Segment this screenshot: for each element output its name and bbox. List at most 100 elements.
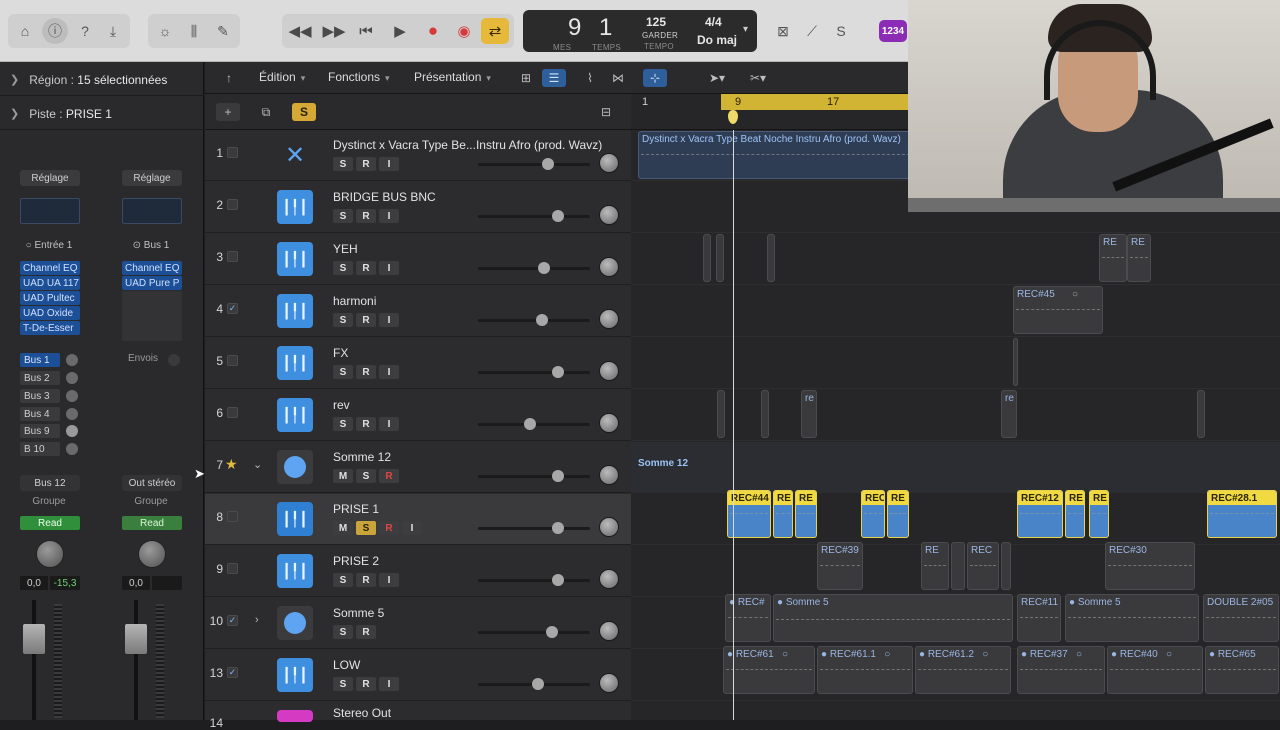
group-slot[interactable]: Groupe <box>102 496 200 507</box>
track-row[interactable]: 5 ┃╿┃ FX SRI <box>205 338 631 389</box>
input-monitor-button[interactable]: I <box>379 365 399 379</box>
automation-mode-button[interactable]: Read <box>20 516 80 530</box>
count-in-badge[interactable]: 1234 <box>879 20 907 42</box>
fast-forward-icon[interactable]: ▶▶ <box>320 18 348 44</box>
lcd-display[interactable]: 9 1 MES TEMPS 125 GARDER TEMPO 4/4 Do ma… <box>523 10 757 52</box>
catch-icon[interactable]: ⊹ <box>643 69 667 87</box>
audio-region-selected[interactable]: REC#28.1 <box>1207 490 1277 538</box>
scissors-tool-icon[interactable]: ✂▾ <box>746 69 770 87</box>
track-name[interactable]: Somme 12 <box>333 450 623 464</box>
playhead-marker[interactable] <box>728 110 738 124</box>
record-enable-button[interactable]: R <box>356 157 376 171</box>
audio-region-selected[interactable]: REC <box>861 490 885 538</box>
download-icon[interactable]: ⤓ <box>100 18 126 44</box>
audio-region[interactable] <box>951 542 965 590</box>
volume-slider[interactable] <box>478 314 590 326</box>
track-row[interactable]: 3 ┃╿┃ YEH SRI <box>205 234 631 285</box>
track-checkbox[interactable] <box>227 199 238 210</box>
send-slot[interactable]: B 10 <box>20 442 60 456</box>
volume-slider[interactable] <box>478 158 590 170</box>
send-slot[interactable]: Bus 2 <box>20 371 60 385</box>
volume-slider[interactable] <box>478 522 590 534</box>
audio-region[interactable] <box>703 234 711 282</box>
track-row[interactable]: 1 ✕ Dystinct x Vacra Type Be...Instru Af… <box>205 130 631 181</box>
pan-knob[interactable] <box>599 361 619 381</box>
solo-button[interactable]: S <box>333 625 353 639</box>
input-monitor-button[interactable]: I <box>379 313 399 327</box>
track-row[interactable]: 9 ┃╿┃ PRISE 2 SRI <box>205 546 631 597</box>
pan-knob[interactable] <box>599 257 619 277</box>
volume-slider-handle[interactable] <box>552 470 564 482</box>
help-icon[interactable]: ? <box>72 18 98 44</box>
mute-button[interactable]: M <box>333 521 353 535</box>
record-enable-button[interactable]: R <box>356 677 376 691</box>
audio-region-selected[interactable]: RE <box>795 490 817 538</box>
pan-knob[interactable] <box>599 569 619 589</box>
group-slot[interactable]: Groupe <box>0 496 98 507</box>
volume-readout[interactable]: 0,0 <box>122 576 150 590</box>
send-level-knob[interactable] <box>66 443 78 455</box>
arrange-area[interactable]: Dystinct x Vacra Type Beat Noche Instru … <box>631 130 1280 720</box>
input-monitor-button[interactable]: I <box>379 261 399 275</box>
output-slot[interactable]: Out stéréo <box>122 475 182 491</box>
volume-slider-handle[interactable] <box>542 158 554 170</box>
smart-controls-icon[interactable]: ☼ <box>152 18 178 44</box>
audio-region[interactable]: RE <box>1127 234 1151 282</box>
track-checkbox[interactable] <box>227 407 238 418</box>
solo-button[interactable]: S <box>333 365 353 379</box>
audio-region[interactable] <box>716 234 724 282</box>
menu-view[interactable]: Présentation ▾ <box>414 70 491 84</box>
volume-slider[interactable] <box>478 574 590 586</box>
audio-region[interactable]: REC#30 <box>1105 542 1195 590</box>
track-row[interactable]: 6 ┃╿┃ rev SRI <box>205 390 631 441</box>
track-name[interactable]: harmoni <box>333 294 623 308</box>
automation-icon[interactable]: ⌇ <box>578 69 602 87</box>
audio-region[interactable]: ● REC#61 ○ <box>723 646 815 694</box>
record-enable-button[interactable]: R <box>356 625 376 639</box>
track-checkbox[interactable] <box>227 251 238 262</box>
pan-knob[interactable] <box>599 621 619 641</box>
audio-region-selected[interactable]: REC#12 <box>1017 490 1063 538</box>
solo-button[interactable]: S <box>333 157 353 171</box>
volume-slider[interactable] <box>478 418 590 430</box>
pan-knob[interactable] <box>138 540 166 568</box>
folder-region[interactable]: ● Somme 5 <box>773 594 1013 642</box>
menu-functions[interactable]: Fonctions ▾ <box>328 70 390 84</box>
folder-region[interactable]: ● Somme 5 <box>1065 594 1199 642</box>
solo-mode-icon[interactable]: S <box>828 18 854 44</box>
track-checkbox[interactable] <box>227 355 238 366</box>
playhead-line[interactable] <box>733 130 734 720</box>
record-icon[interactable]: ● <box>419 18 447 44</box>
chevron-right-icon[interactable]: › <box>255 614 259 626</box>
folder-region-label[interactable]: Somme 12 <box>638 458 688 469</box>
solo-button[interactable]: S <box>333 261 353 275</box>
mute-button[interactable]: M <box>333 469 353 483</box>
audio-region[interactable] <box>1197 390 1205 438</box>
volume-slider-handle[interactable] <box>552 522 564 534</box>
send-level-knob[interactable] <box>66 372 78 384</box>
volume-fader[interactable] <box>125 624 147 654</box>
volume-slider[interactable] <box>478 678 590 690</box>
star-icon[interactable]: ★ <box>225 456 238 473</box>
plugin-slot[interactable]: UAD Oxide <box>20 306 80 320</box>
volume-slider[interactable] <box>478 262 590 274</box>
track-checkbox[interactable] <box>227 511 238 522</box>
track-checkbox[interactable] <box>227 563 238 574</box>
eq-thumbnail[interactable] <box>122 198 182 224</box>
go-to-start-icon[interactable]: ⏮ <box>352 18 380 44</box>
menu-edit[interactable]: Édition ▾ <box>259 70 305 84</box>
mixer-icon[interactable]: ⫼ <box>181 18 207 44</box>
record-enable-button[interactable]: R <box>356 209 376 223</box>
track-name[interactable]: FX <box>333 346 623 360</box>
track-name[interactable]: PRISE 2 <box>333 554 623 568</box>
output-slot[interactable]: Bus 12 <box>20 475 80 491</box>
track-row[interactable]: 13 ✓ ┃╿┃ LOW SRI <box>205 650 631 701</box>
volume-slider-handle[interactable] <box>538 262 550 274</box>
pan-knob[interactable] <box>599 465 619 485</box>
audio-region[interactable]: REC#11 <box>1017 594 1061 642</box>
add-track-icon[interactable]: + <box>216 103 240 121</box>
volume-slider[interactable] <box>478 366 590 378</box>
cycle-icon[interactable]: ⇄ <box>481 18 509 44</box>
track-row[interactable]: 2 ┃╿┃ BRIDGE BUS BNC SRI <box>205 182 631 233</box>
pointer-tool-icon[interactable]: ➤▾ <box>705 69 729 87</box>
